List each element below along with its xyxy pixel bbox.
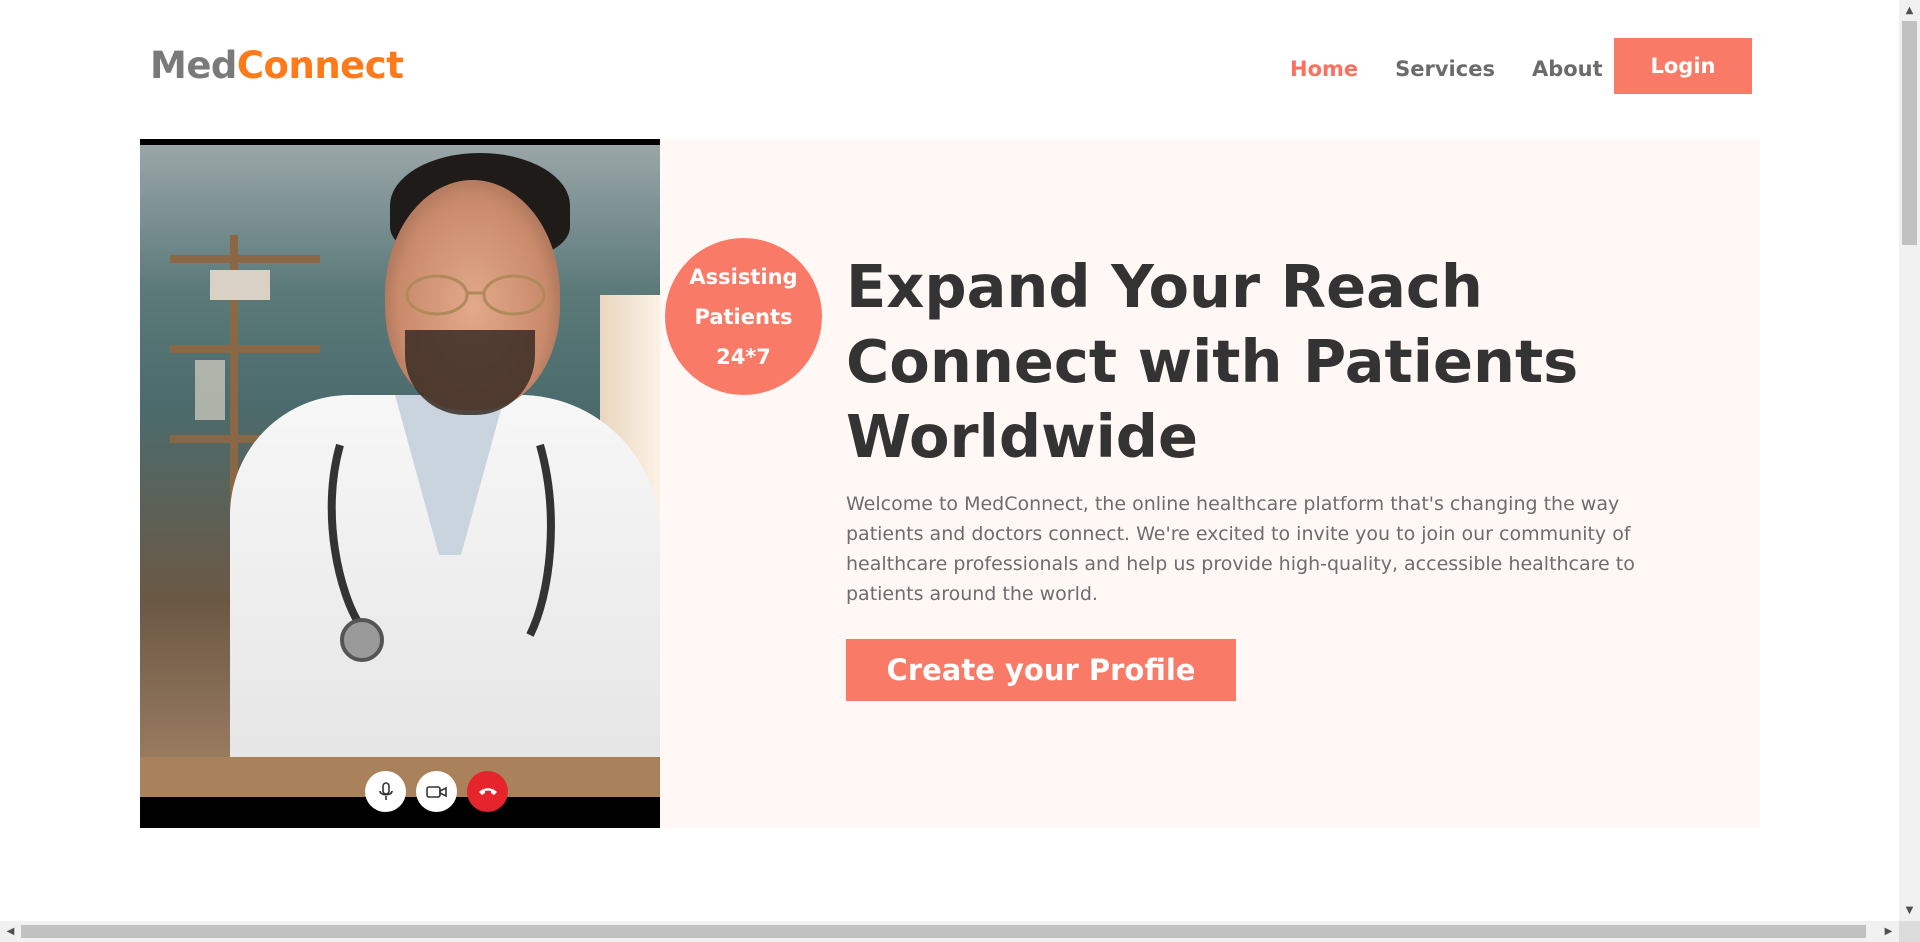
end-call-button[interactable]: [467, 771, 508, 812]
call-controls: [365, 771, 508, 812]
hero-intro-text: Welcome to MedConnect, the online health…: [846, 493, 1635, 605]
toggle-camera-button[interactable]: [416, 771, 457, 812]
vertical-scrollbar-thumb[interactable]: [1902, 21, 1917, 245]
bookshelf-shelf: [170, 345, 320, 353]
scroll-left-arrow-icon[interactable]: ◀: [0, 921, 21, 942]
video-camera-icon: [425, 785, 447, 798]
vertical-scrollbar[interactable]: ▲ ▼: [1899, 0, 1920, 921]
brand-logo[interactable]: MedConnect: [150, 44, 404, 87]
nav-link-services[interactable]: Services: [1395, 57, 1495, 81]
brand-logo-part2: Connect: [236, 44, 404, 87]
badge-line-3: 24*7: [716, 344, 771, 369]
video-call-frame: [140, 139, 660, 828]
scroll-down-arrow-icon[interactable]: ▼: [1899, 900, 1920, 921]
mute-microphone-button[interactable]: [365, 771, 406, 812]
assisting-patients-badge: Assisting Patients 24*7: [665, 238, 822, 395]
bookshelf-books: [210, 270, 270, 300]
site-header: MedConnect Home Services About Login: [0, 0, 1899, 135]
doctor-video-image: [140, 145, 660, 797]
headline-line-2: Connect with Patients: [846, 327, 1579, 396]
glasses-illustration: [405, 274, 546, 316]
nav-link-home[interactable]: Home: [1290, 57, 1358, 81]
horizontal-scrollbar[interactable]: ◀ ▶: [0, 921, 1899, 942]
bookshelf-books: [195, 360, 225, 420]
main-nav: Home Services About: [1290, 57, 1640, 81]
badge-line-2: Patients: [694, 304, 793, 329]
horizontal-scrollbar-thumb[interactable]: [21, 925, 1866, 938]
headline-line-3: Worldwide: [846, 402, 1199, 471]
scrollbar-corner: [1899, 921, 1920, 942]
login-button[interactable]: Login: [1614, 38, 1752, 94]
microphone-icon: [378, 781, 393, 800]
create-profile-button[interactable]: Create your Profile: [846, 639, 1236, 701]
hero-headline: Expand Your Reach Connect with Patients …: [846, 249, 1706, 474]
stethoscope-illustration: [327, 443, 555, 662]
end-call-icon: [478, 787, 497, 795]
headline-line-1: Expand Your Reach: [846, 252, 1483, 321]
bookshelf-shelf: [170, 255, 320, 263]
brand-logo-part1: Med: [150, 44, 237, 87]
scroll-right-arrow-icon[interactable]: ▶: [1878, 921, 1899, 942]
badge-line-1: Assisting: [689, 264, 798, 289]
nav-link-about[interactable]: About: [1532, 57, 1603, 81]
scroll-up-arrow-icon[interactable]: ▲: [1899, 0, 1920, 21]
hero-section: Assisting Patients 24*7 Expand Your Reac…: [140, 139, 1760, 828]
